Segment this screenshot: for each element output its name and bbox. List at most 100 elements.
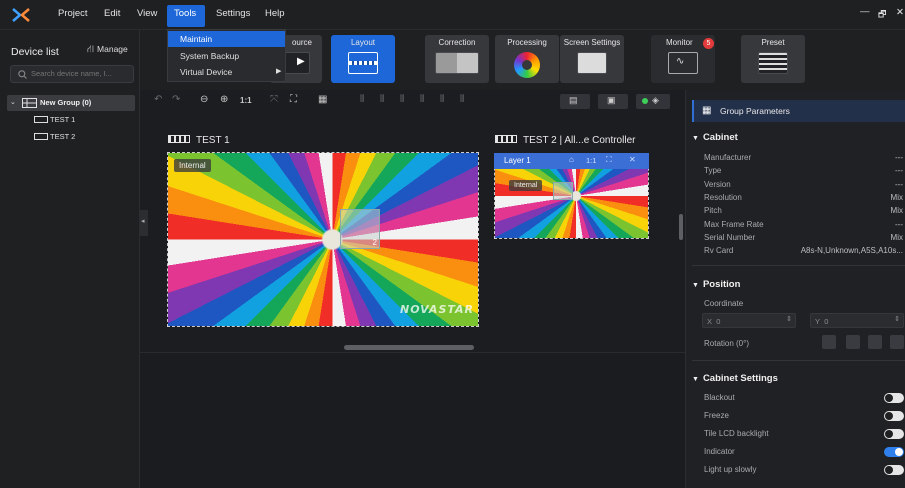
align-left-icon[interactable]: ⫴ bbox=[360, 94, 364, 105]
device-search-box[interactable] bbox=[10, 65, 134, 83]
x-value: 0 bbox=[716, 317, 721, 326]
tree-device-test1[interactable]: TEST 1 bbox=[34, 115, 75, 124]
position-section-title[interactable]: ▼ Position bbox=[692, 279, 740, 290]
cabinet-prop-value: Mix bbox=[890, 192, 903, 202]
group-parameters-icon: ▦ bbox=[702, 105, 712, 116]
cabinet-section-title[interactable]: ▼ Cabinet bbox=[692, 132, 738, 143]
screen-icon bbox=[34, 116, 48, 123]
toggle-switch[interactable] bbox=[884, 393, 904, 403]
position-title-text: Position bbox=[702, 279, 741, 290]
cabinet-tile[interactable]: 2 bbox=[340, 209, 380, 249]
preset-icon bbox=[758, 52, 788, 74]
search-input[interactable] bbox=[31, 69, 129, 78]
toggle-label: Tile LCD backlight bbox=[704, 429, 769, 438]
divider bbox=[692, 360, 905, 361]
collapse-left-panel-button[interactable]: ◂ bbox=[140, 210, 148, 236]
menu-item-maintain[interactable]: Maintain bbox=[168, 31, 285, 47]
layout-label: Layout bbox=[350, 38, 376, 47]
close-button[interactable]: ✕ bbox=[896, 7, 904, 18]
screen1-canvas[interactable]: Internal 2 NOVASTAR bbox=[167, 152, 479, 327]
screen-settings-label: Screen Settings bbox=[563, 38, 621, 47]
layer-bar[interactable]: Layer 1 ⌂ 1:1 ⛶ ✕ bbox=[494, 153, 649, 169]
menu-item-system-backup[interactable]: System Backup bbox=[168, 48, 285, 64]
cabinet-prop-value: --- bbox=[895, 179, 903, 189]
cabinet-prop-value: --- bbox=[895, 219, 903, 229]
tree-device-test2[interactable]: TEST 2 bbox=[34, 132, 75, 141]
tools-dropdown-menu: Maintain System Backup Virtual Device ▶ bbox=[167, 29, 286, 82]
fullscreen-icon[interactable]: ⛶ bbox=[606, 155, 612, 165]
coord-y-field[interactable]: Y 0 ⇕ bbox=[810, 313, 904, 328]
spinner-icon[interactable]: ⇕ bbox=[894, 315, 900, 323]
group-parameters-header: ▦ Group Parameters bbox=[692, 100, 905, 122]
rotate-270-button[interactable] bbox=[890, 335, 904, 349]
menu-item-virtual-device[interactable]: Virtual Device ▶ bbox=[168, 64, 285, 80]
menu-edit[interactable]: Edit bbox=[104, 8, 120, 19]
view-mode-2-button[interactable]: ▣ bbox=[598, 94, 628, 109]
menu-tools[interactable]: Tools bbox=[167, 5, 205, 27]
triangle-down-icon: ▼ bbox=[692, 376, 699, 383]
device-label: TEST 1 bbox=[50, 115, 76, 124]
align-middle-icon[interactable]: ⫴ bbox=[440, 94, 444, 105]
menu-settings[interactable]: Settings bbox=[216, 8, 250, 19]
minimize-button[interactable]: — bbox=[860, 6, 870, 17]
device-label: TEST 2 bbox=[50, 132, 76, 141]
rotate-90-button[interactable] bbox=[846, 335, 860, 349]
coord-x-field[interactable]: X 0 ⇕ bbox=[702, 313, 796, 328]
cabinet-tile[interactable] bbox=[553, 182, 573, 200]
zoom-in-icon[interactable]: ⊕ bbox=[220, 94, 228, 105]
close-layer-icon[interactable]: ✕ bbox=[629, 155, 636, 164]
preset-label: Preset bbox=[761, 38, 785, 47]
view-mode-3-button[interactable]: ◈ bbox=[636, 94, 670, 109]
spinner-icon[interactable]: ⇕ bbox=[786, 315, 792, 323]
monitor-button[interactable]: Monitor 5 ∿ bbox=[651, 35, 715, 83]
view-mode-1-button[interactable]: ▤ bbox=[560, 94, 590, 109]
zoom-out-icon[interactable]: ⊖ bbox=[200, 94, 208, 105]
screen1-input-label: Internal bbox=[174, 159, 211, 172]
horizontal-scrollbar[interactable] bbox=[344, 345, 474, 350]
layout-button[interactable]: Layout bbox=[331, 35, 395, 83]
redo-icon[interactable]: ↷ bbox=[172, 94, 180, 105]
grid-icon[interactable]: ▦ bbox=[318, 94, 327, 105]
tree-group-new-group[interactable]: ⌄ New Group (0) bbox=[7, 95, 135, 111]
cabinet-prop-label: Type bbox=[704, 166, 722, 176]
canvas-toolbar: ↶ ↷ ⊖ ⊕ 1:1 ⤧ ⛶ ▦ ⫴ ⫴ ⫴ ⫴ ⫴ ⫴ bbox=[150, 94, 480, 110]
rotate-180-button[interactable] bbox=[868, 335, 882, 349]
fit-screen-icon[interactable]: ⛶ bbox=[290, 94, 297, 105]
align-top-icon[interactable]: ⫴ bbox=[420, 94, 424, 105]
cabinet-settings-section-title[interactable]: ▼ Cabinet Settings bbox=[692, 373, 778, 384]
align-right-icon[interactable]: ⫴ bbox=[400, 94, 404, 105]
undo-icon[interactable]: ↶ bbox=[154, 94, 162, 105]
menu-project[interactable]: Project bbox=[58, 8, 88, 19]
align-bottom-icon[interactable]: ⫴ bbox=[460, 94, 464, 105]
toggle-switch[interactable] bbox=[884, 411, 904, 421]
screen-group-icon bbox=[22, 98, 37, 108]
group-label: New Group (0) bbox=[40, 98, 92, 107]
align-center-icon[interactable]: ⫴ bbox=[380, 94, 384, 105]
cabinet-prop-value: Mix bbox=[890, 232, 903, 242]
toggle-switch[interactable] bbox=[884, 429, 904, 439]
menu-help[interactable]: Help bbox=[265, 8, 285, 19]
preset-button[interactable]: Preset bbox=[741, 35, 805, 83]
zoom-actual-size[interactable]: 1:1 bbox=[240, 96, 252, 105]
fit-icon[interactable]: ⤧ bbox=[270, 94, 278, 105]
triangle-down-icon: ▼ bbox=[692, 135, 699, 142]
menu-tools-label: Tools bbox=[174, 8, 197, 19]
restore-button[interactable]: 🗗 bbox=[878, 7, 886, 23]
manage-button[interactable]: ⛙ Manage bbox=[87, 44, 128, 57]
screen-icon bbox=[34, 133, 48, 140]
correction-button[interactable]: Correction bbox=[425, 35, 489, 83]
toggle-switch[interactable] bbox=[884, 465, 904, 475]
menu-view[interactable]: View bbox=[137, 8, 157, 19]
layer-zoom[interactable]: 1:1 bbox=[586, 156, 596, 165]
lock-icon[interactable]: ⌂ bbox=[569, 155, 574, 164]
screen1-content-image bbox=[168, 153, 478, 326]
processing-button[interactable]: Processing bbox=[495, 35, 559, 83]
cabinet-prop-label: Max Frame Rate bbox=[704, 219, 764, 229]
toggle-switch[interactable] bbox=[884, 447, 904, 457]
vertical-scrollbar[interactable] bbox=[679, 214, 683, 240]
status-dot-icon bbox=[642, 98, 648, 104]
monitor-icon: ∿ bbox=[668, 52, 698, 74]
chevron-left-icon: ◂ bbox=[141, 218, 145, 225]
screen-settings-button[interactable]: Screen Settings bbox=[560, 35, 624, 83]
rotate-0-button[interactable] bbox=[822, 335, 836, 349]
